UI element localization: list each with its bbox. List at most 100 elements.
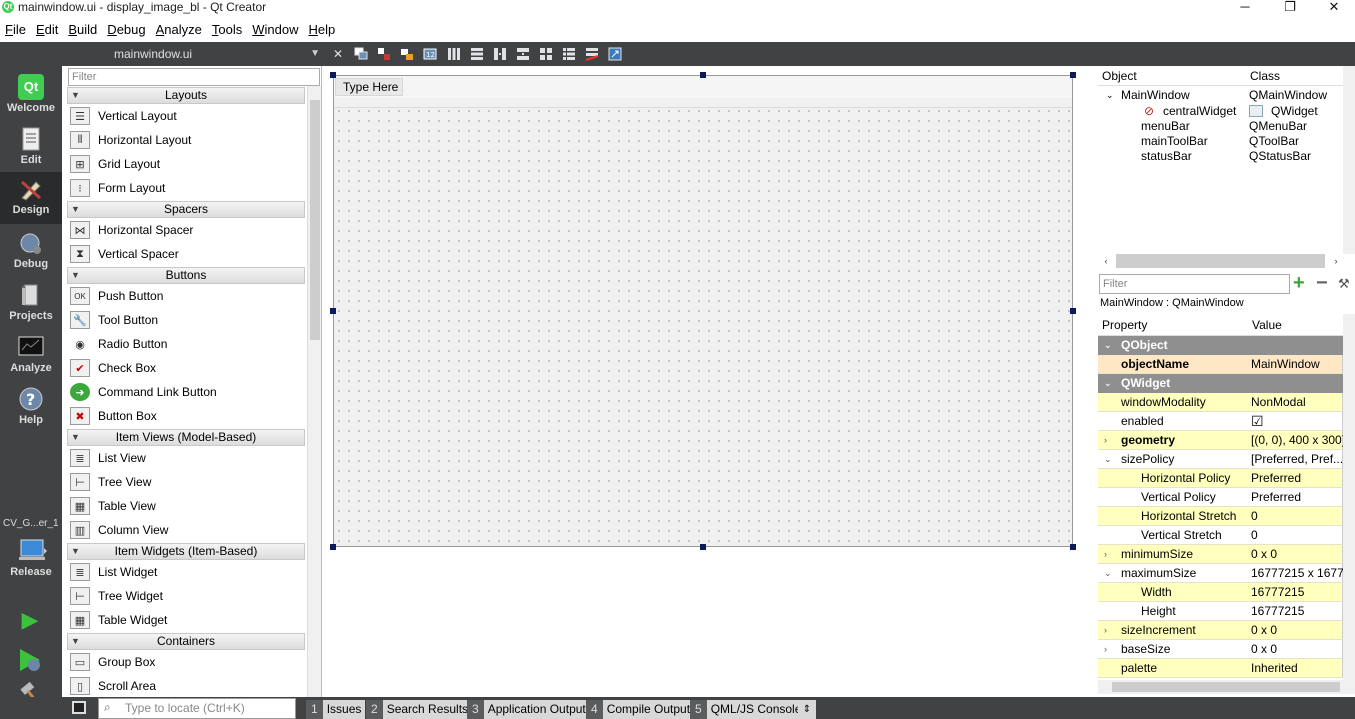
widget-grid-layout[interactable]: ⊞ Grid Layout [70, 153, 305, 175]
property-row[interactable]: Horizontal Stretch 0 [1098, 507, 1343, 526]
main-window-form[interactable] [333, 75, 1073, 547]
value-column-header[interactable]: Value [1252, 318, 1282, 332]
widget-form-layout[interactable]: ⁝ Form Layout [70, 177, 305, 199]
configure-wrench-icon[interactable]: ⚒ [1338, 276, 1350, 292]
widget-horizontal-spacer[interactable]: ⋈ Horizontal Spacer [70, 219, 305, 241]
output-tab-issues[interactable]: 1 Issues [306, 700, 366, 719]
widget-filter-input[interactable]: Filter [68, 68, 320, 86]
layout-splitter-h-icon[interactable] [492, 46, 508, 62]
property-row[interactable]: ⌄ sizePolicy [Preferred, Pref... [1098, 450, 1343, 469]
widget-tree-view[interactable]: ⊢ Tree View [70, 471, 305, 493]
property-row[interactable]: › baseSize 0 x 0 [1098, 640, 1343, 659]
chevron-right-icon[interactable]: › [1104, 431, 1107, 450]
property-value[interactable]: MainWindow [1251, 355, 1343, 374]
edit-tab-order-icon[interactable]: 12 [422, 46, 438, 62]
property-row[interactable]: Horizontal Policy Preferred [1098, 469, 1343, 488]
resize-handle[interactable] [330, 308, 336, 314]
property-value[interactable]: 16777215 [1251, 583, 1343, 602]
scroll-left-icon[interactable]: ‹ [1100, 254, 1112, 268]
widget-list-view[interactable]: ≣ List View [70, 447, 305, 469]
scrollbar-thumb[interactable] [310, 100, 320, 340]
widget-horizontal-layout[interactable]: ⦀ Horizontal Layout [70, 129, 305, 151]
category-layouts[interactable]: ▼ Layouts [67, 87, 305, 104]
widget-list-widget[interactable]: ≣ List Widget [70, 561, 305, 583]
widget-column-view[interactable]: ▥ Column View [70, 519, 305, 541]
property-row[interactable]: palette Inherited [1098, 659, 1343, 678]
mode-help[interactable]: ? Help [0, 382, 62, 434]
object-row[interactable]: ⊘ centralWidget QWidget [1098, 104, 1343, 119]
chevron-down-icon[interactable]: ⌄ [1104, 564, 1112, 583]
open-documents-combo[interactable]: mainwindow.ui ▼ [66, 42, 324, 66]
output-tab-compile-output[interactable]: 4 Compile Output [586, 700, 695, 719]
output-panes-menu-icon[interactable]: ⇕ [798, 700, 816, 719]
remove-dynamic-property-icon[interactable]: − [1316, 273, 1328, 293]
resize-handle[interactable] [1070, 72, 1076, 78]
object-row[interactable]: menuBar QMenuBar [1098, 119, 1343, 134]
break-layout-icon[interactable] [584, 46, 600, 62]
property-group-row[interactable]: ⌄ QObject [1098, 336, 1343, 355]
category-item-widgets[interactable]: ▼ Item Widgets (Item-Based) [67, 543, 305, 560]
property-row[interactable]: › geometry [(0, 0), 400 x 300] [1098, 431, 1343, 450]
layout-grid-icon[interactable] [538, 46, 554, 62]
chevron-down-icon[interactable]: ⌄ [1104, 450, 1112, 469]
layout-form-icon[interactable] [561, 46, 577, 62]
locator-input[interactable]: Type to locate (Ctrl+K) [98, 698, 296, 719]
scroll-right-icon[interactable]: › [1330, 254, 1342, 268]
property-value[interactable]: Inherited [1251, 659, 1343, 678]
property-row[interactable]: objectName MainWindow [1098, 355, 1343, 374]
widget-radio-button[interactable]: ◉ Radio Button [70, 333, 305, 355]
chevron-right-icon[interactable]: › [1104, 621, 1107, 640]
type-here-menu[interactable]: Type Here [335, 78, 403, 96]
property-value[interactable]: 16777215 [1251, 602, 1343, 621]
edit-widgets-icon[interactable] [353, 46, 369, 62]
edit-signals-slots-icon[interactable] [376, 46, 392, 62]
class-column-header[interactable]: Class [1250, 69, 1280, 83]
menu-tools[interactable]: Tools [207, 18, 247, 42]
output-tab-qml-console[interactable]: 5 QML/JS Console [690, 700, 806, 719]
object-column-header[interactable]: Object [1102, 69, 1137, 83]
property-row[interactable]: ⌄ maximumSize 16777215 x 1677... [1098, 564, 1343, 583]
mode-welcome[interactable]: Qt Welcome [0, 70, 62, 122]
property-value[interactable]: 0 x 0 [1251, 545, 1343, 564]
property-value[interactable]: 0 x 0 [1251, 640, 1343, 659]
chevron-right-icon[interactable]: › [1104, 640, 1107, 659]
widget-command-link-button[interactable]: ➜ Command Link Button [70, 381, 305, 403]
resize-handle[interactable] [700, 544, 706, 550]
toggle-sidebar-icon[interactable] [72, 701, 86, 714]
property-value[interactable]: 16777215 x 1677... [1251, 564, 1343, 583]
property-row[interactable]: windowModality NonModal [1098, 393, 1343, 412]
output-tab-application-output[interactable]: 3 Application Output [467, 700, 590, 719]
build-config-selector[interactable]: Release [0, 534, 62, 582]
widget-push-button[interactable]: OK Push Button [70, 285, 305, 307]
category-buttons[interactable]: ▼ Buttons [67, 267, 305, 284]
object-inspector-vscrollbar[interactable] [1343, 66, 1355, 254]
widget-button-box[interactable]: ✖ Button Box [70, 405, 305, 427]
resize-handle[interactable] [1070, 308, 1076, 314]
mode-projects[interactable]: Projects [0, 278, 62, 330]
widget-vertical-layout[interactable]: ☰ Vertical Layout [70, 105, 305, 127]
resize-handle[interactable] [330, 72, 336, 78]
property-value[interactable]: Preferred [1251, 488, 1343, 507]
maximize-button[interactable]: ❐ [1267, 0, 1313, 16]
property-value[interactable]: 0 [1251, 526, 1343, 545]
chevron-down-icon[interactable]: ⌄ [1104, 374, 1112, 393]
menu-window[interactable]: Window [247, 18, 303, 42]
add-dynamic-property-icon[interactable]: + [1293, 273, 1305, 293]
object-row[interactable]: ⌄ MainWindow QMainWindow [1098, 88, 1343, 103]
adjust-size-icon[interactable] [607, 46, 623, 62]
menu-edit[interactable]: Edit [31, 18, 63, 42]
property-value[interactable]: 0 [1251, 507, 1343, 526]
property-value[interactable]: Preferred [1251, 469, 1343, 488]
menu-debug[interactable]: Debug [102, 18, 150, 42]
property-value[interactable]: [(0, 0), 400 x 300] [1251, 431, 1343, 450]
mode-edit[interactable]: Edit [0, 122, 62, 174]
widget-group-box[interactable]: ▭ Group Box [70, 651, 305, 673]
property-editor-hscrollbar[interactable] [1098, 680, 1355, 694]
layout-vertical-icon[interactable] [469, 46, 485, 62]
property-row[interactable]: › sizeIncrement 0 x 0 [1098, 621, 1343, 640]
chevron-down-icon[interactable]: ⌄ [1104, 336, 1112, 355]
edit-buddies-icon[interactable] [399, 46, 415, 62]
chevron-right-icon[interactable]: › [1104, 545, 1107, 564]
widget-table-widget[interactable]: ▦ Table Widget [70, 609, 305, 631]
run-icon[interactable]: ▶ [16, 606, 44, 634]
